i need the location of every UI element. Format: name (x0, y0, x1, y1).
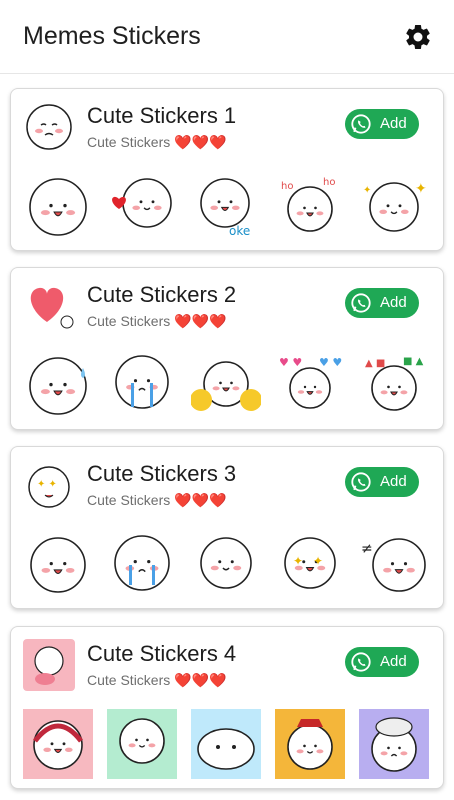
smiling-face-sticker (29, 178, 87, 236)
sticker-preview-row: ✦ ✦ ≠ (23, 529, 433, 599)
sticker-pack-card[interactable]: Cute Stickers 2 Cute Stickers ❤️❤️❤️ Add… (10, 267, 444, 430)
sticker-pack-card[interactable]: Cute Stickers 1 Cute Stickers ❤️❤️❤️ Add… (10, 88, 444, 251)
app-bar: Memes Stickers (0, 0, 454, 74)
pack-author: Cute Stickers ❤️❤️❤️ (87, 313, 227, 329)
svg-text:✦ ✦: ✦ ✦ (37, 479, 57, 490)
sticker-preview-row: ♥ ♥ ♥ ♥ ▲ ■ ■ ▲ (23, 350, 433, 420)
shocked-face-sticker (30, 537, 86, 593)
oke-sticker: oke (200, 178, 250, 238)
pack-author: Cute Stickers ❤️❤️❤️ (87, 134, 227, 150)
turban-cleaning-sticker (359, 709, 429, 779)
svg-text:♥ ♥: ♥ ♥ (319, 356, 342, 369)
whatsapp-icon (351, 652, 371, 672)
star-eyes-sticker: ✦ ✦ (284, 537, 336, 589)
svg-text:✦: ✦ (313, 554, 323, 568)
gear-icon[interactable] (403, 22, 433, 52)
tongue-sweat-sticker (29, 357, 87, 415)
add-to-whatsapp-button[interactable]: Add (345, 109, 419, 139)
svg-text:ho: ho (323, 177, 335, 188)
surprised-sticker: ≠ (361, 538, 426, 592)
pack-tray-icon (26, 104, 72, 150)
pack-tray-icon: ✦ ✦ (28, 466, 70, 508)
whatsapp-icon (351, 114, 371, 134)
sticker-preview-row (23, 709, 433, 779)
pack-tray-icon (30, 287, 74, 329)
svg-text:oke: oke (229, 224, 250, 238)
svg-text:ho: ho (281, 181, 293, 192)
pom-pom-cheer-sticker (191, 361, 261, 411)
heart-wink-sticker (112, 178, 172, 228)
ho-ho-laugh-sticker: ho ho (281, 177, 335, 232)
whatsapp-icon (351, 293, 371, 313)
party-confetti-sticker: ▲ ■ ■ ▲ (365, 356, 424, 411)
sticker-pack-card[interactable]: Cute Stickers 4 Cute Stickers ❤️❤️❤️ Add (10, 626, 444, 789)
app-title: Memes Stickers (23, 22, 201, 50)
pack-name: Cute Stickers 3 (87, 461, 237, 486)
tearful-sticker (114, 535, 170, 591)
svg-text:✦: ✦ (293, 554, 303, 568)
pack-name: Cute Stickers 4 (87, 641, 237, 666)
pack-author: Cute Stickers ❤️❤️❤️ (87, 492, 227, 508)
add-to-whatsapp-button[interactable]: Add (345, 647, 419, 677)
pack-author: Cute Stickers ❤️❤️❤️ (87, 672, 227, 688)
lucky-hat-sticker (275, 709, 345, 779)
heart-confetti-sticker: ♥ ♥ ♥ ♥ (279, 356, 342, 409)
svg-text:■ ▲: ■ ▲ (403, 356, 424, 367)
pack-tray-icon (23, 639, 75, 691)
pack-name: Cute Stickers 1 (87, 103, 237, 128)
whatsapp-icon (351, 472, 371, 492)
whistling-sticker (200, 537, 252, 589)
add-to-whatsapp-button[interactable]: Add (345, 288, 419, 318)
sticker-preview-row: oke ho ho ✦ ✦ (23, 171, 433, 241)
pack-name: Cute Stickers 2 (87, 282, 237, 307)
blob-face-sticker (191, 709, 261, 779)
crying-sticker (115, 355, 169, 409)
add-label: Add (380, 473, 407, 490)
svg-text:♥ ♥: ♥ ♥ (279, 356, 302, 369)
svg-text:✦: ✦ (363, 185, 371, 196)
add-label: Add (380, 294, 407, 311)
svg-text:✦: ✦ (415, 181, 427, 197)
add-to-whatsapp-button[interactable]: Add (345, 467, 419, 497)
headphones-sticker (23, 709, 93, 779)
add-label: Add (380, 653, 407, 670)
sparkle-clap-sticker: ✦✦ (363, 181, 427, 232)
svg-text:▲ ■: ▲ ■ (365, 358, 385, 369)
add-label: Add (380, 115, 407, 132)
dancing-sticker (107, 709, 177, 779)
sticker-pack-list[interactable]: Cute Stickers 1 Cute Stickers ❤️❤️❤️ Add… (0, 74, 454, 800)
svg-text:≠: ≠ (361, 541, 373, 557)
sticker-pack-card[interactable]: ✦ ✦ Cute Stickers 3 Cute Stickers ❤️❤️❤️… (10, 446, 444, 609)
